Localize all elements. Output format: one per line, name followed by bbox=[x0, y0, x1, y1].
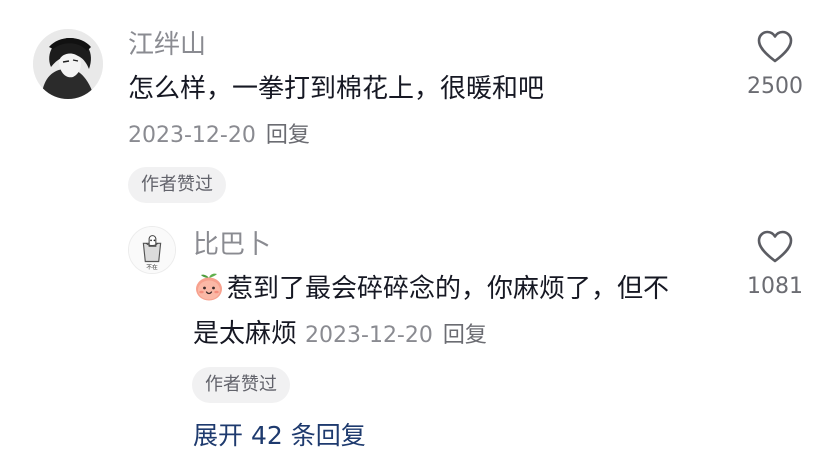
reply-text-line-2: 是太麻烦 2023-12-20 回复 bbox=[193, 310, 487, 360]
comment-date: 2023-12-20 bbox=[128, 123, 256, 148]
comment-username[interactable]: 江绊山 bbox=[128, 30, 206, 60]
reply-meta: 2023-12-20 回复 bbox=[305, 323, 487, 348]
reply-text-line-1: 惹到了最会碎碎念的，你麻烦了，但不 bbox=[193, 265, 669, 313]
avatar-illustration: 不在 bbox=[129, 227, 175, 273]
author-liked-badge: 作者赞过 bbox=[128, 167, 226, 203]
reply-like-count: 1081 bbox=[747, 274, 803, 299]
comment-like-count: 2500 bbox=[747, 74, 803, 99]
expand-replies-button[interactable]: 展开 42 条回复 bbox=[193, 421, 366, 451]
reply-text-2: 是太麻烦 bbox=[193, 319, 298, 349]
reply-author-liked-badge: 作者赞过 bbox=[192, 367, 290, 403]
comment-reply-button[interactable]: 回复 bbox=[266, 123, 310, 148]
reply-username[interactable]: 比巴卜 bbox=[193, 230, 271, 260]
reply-text-1: 惹到了最会碎碎念的，你麻烦了，但不 bbox=[227, 274, 670, 304]
avatar-illustration bbox=[33, 29, 103, 99]
reply-reply-button[interactable]: 回复 bbox=[443, 323, 487, 348]
heart-icon[interactable] bbox=[757, 230, 793, 264]
heart-icon[interactable] bbox=[757, 30, 793, 64]
svg-text:不在: 不在 bbox=[146, 263, 158, 271]
peach-face-emoji bbox=[196, 273, 222, 301]
reply-date: 2023-12-20 bbox=[305, 323, 433, 348]
reply-like[interactable]: 1081 bbox=[730, 230, 820, 300]
comment-like[interactable]: 2500 bbox=[730, 30, 820, 100]
avatar[interactable] bbox=[33, 29, 103, 99]
reply-avatar[interactable]: 不在 bbox=[128, 226, 176, 274]
comment-meta: 2023-12-20 回复 bbox=[128, 122, 310, 150]
comment-text: 怎么样，一拳打到棉花上，很暖和吧 bbox=[128, 74, 545, 104]
